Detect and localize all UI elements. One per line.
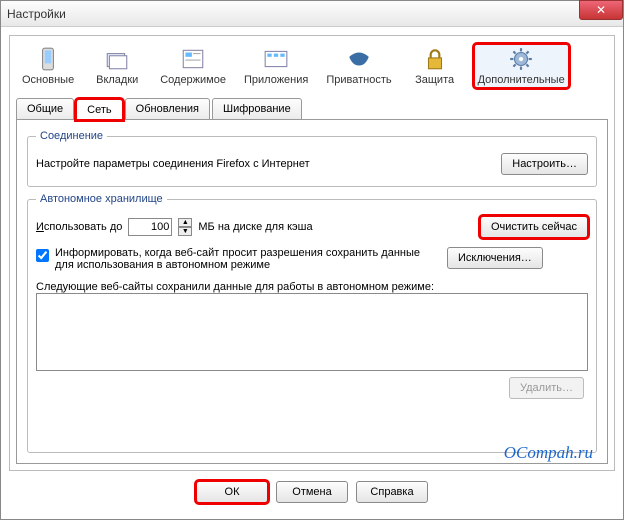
tabs-icon: [101, 46, 133, 72]
connection-text: Настройте параметры соединения Firefox с…: [36, 158, 310, 170]
close-icon: ✕: [596, 3, 606, 17]
mask-icon: [343, 46, 375, 72]
tab-content: Соединение Настройте параметры соединени…: [16, 120, 608, 464]
category-general[interactable]: Основные: [18, 44, 78, 88]
help-button[interactable]: Справка: [356, 481, 428, 503]
category-privacy[interactable]: Приватность: [322, 44, 395, 88]
phone-icon: [32, 46, 64, 72]
cache-spinner[interactable]: ▲ ▼: [178, 218, 192, 236]
category-label: Приложения: [244, 74, 308, 86]
window-title: Настройки: [7, 7, 66, 21]
category-label: Содержимое: [160, 74, 226, 86]
category-content[interactable]: Содержимое: [156, 44, 230, 88]
category-advanced[interactable]: Дополнительные: [474, 44, 569, 88]
tab-updates[interactable]: Обновления: [125, 98, 210, 119]
settings-window: Настройки ✕ Основные Вкладки Содержимое: [0, 0, 624, 520]
inform-label: Информировать, когда веб-сайт просит раз…: [55, 247, 435, 271]
tab-general[interactable]: Общие: [16, 98, 74, 119]
main-panel: Основные Вкладки Содержимое Приложения П…: [9, 35, 615, 471]
apps-icon: [260, 46, 292, 72]
storage-legend: Автономное хранилище: [36, 193, 167, 205]
ok-button[interactable]: ОК: [196, 481, 268, 503]
watermark: OCompah.ru: [504, 443, 593, 463]
category-label: Основные: [22, 74, 74, 86]
category-tabs[interactable]: Вкладки: [88, 44, 146, 88]
tab-network[interactable]: Сеть: [76, 99, 122, 120]
exceptions-button[interactable]: Исключения…: [447, 247, 543, 269]
category-label: Защита: [415, 74, 454, 86]
content-icon: [177, 46, 209, 72]
inform-checkbox[interactable]: [36, 249, 49, 262]
cancel-button[interactable]: Отмена: [276, 481, 348, 503]
dialog-buttons: ОК Отмена Справка: [9, 471, 615, 511]
category-apps[interactable]: Приложения: [240, 44, 312, 88]
category-label: Приватность: [326, 74, 391, 86]
category-bar: Основные Вкладки Содержимое Приложения П…: [16, 42, 608, 96]
tab-bar: Общие Сеть Обновления Шифрование: [16, 98, 608, 120]
connection-legend: Соединение: [36, 130, 107, 142]
category-label: Вкладки: [96, 74, 138, 86]
delete-button: Удалить…: [509, 377, 584, 399]
connection-group: Соединение Настройте параметры соединени…: [27, 130, 597, 187]
sites-label: Следующие веб-сайты сохранили данные для…: [36, 281, 588, 293]
cache-unit-label: МБ на диске для кэша: [198, 221, 312, 233]
titlebar: Настройки ✕: [1, 1, 623, 27]
gear-icon: [505, 46, 537, 72]
configure-button[interactable]: Настроить…: [501, 153, 588, 175]
spin-up[interactable]: ▲: [178, 218, 192, 227]
tab-encryption[interactable]: Шифрование: [212, 98, 302, 119]
cache-label: Использовать до: [36, 221, 122, 233]
storage-group: Автономное хранилище Использовать до ▲ ▼…: [27, 193, 597, 453]
clear-cache-button[interactable]: Очистить сейчас: [480, 216, 588, 238]
lock-icon: [419, 46, 451, 72]
category-security[interactable]: Защита: [406, 44, 464, 88]
category-label: Дополнительные: [478, 74, 565, 86]
close-button[interactable]: ✕: [579, 0, 623, 20]
spin-down[interactable]: ▼: [178, 227, 192, 236]
cache-size-input[interactable]: [128, 218, 172, 236]
offline-sites-list[interactable]: [36, 293, 588, 371]
